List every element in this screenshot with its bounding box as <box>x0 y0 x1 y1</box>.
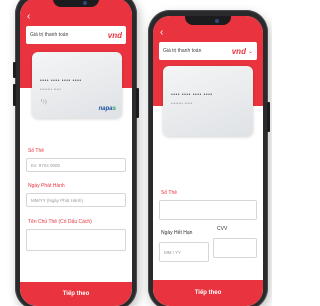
contactless-icon-graphic <box>40 98 47 105</box>
left-screen: ‹ Giá trị thanh toán vnd •••• •••• •••• … <box>20 0 132 306</box>
power-button <box>136 88 139 118</box>
notch <box>53 0 99 7</box>
card-number-mask: •••• •••• •••• •••• <box>40 78 82 84</box>
volume-button <box>13 84 16 106</box>
expiry-input[interactable]: MM / YY <box>159 242 209 262</box>
power-button <box>267 102 270 132</box>
card-number-label: Số Thẻ <box>28 148 45 154</box>
napas-logo-text: napa <box>98 106 113 112</box>
card-number-input[interactable]: Ex: 9704 0000 <box>26 158 126 172</box>
back-arrow-icon[interactable]: ‹ <box>160 28 163 38</box>
back-arrow-icon[interactable]: ‹ <box>27 12 30 22</box>
camera-icon <box>215 19 219 23</box>
cvv-input[interactable] <box>213 238 257 258</box>
card-number-mask: •••• •••• •••• •••• <box>171 92 213 98</box>
card-number-input[interactable] <box>159 200 257 220</box>
issue-date-label: Ngày Phát Hành <box>28 183 65 189</box>
card-holder-mask: •••••••• ••••• <box>40 87 62 91</box>
card-holder-label: Tên Chủ Thẻ (Có Dấu Cách) <box>28 219 92 225</box>
camera-icon <box>83 1 87 5</box>
napas-logo-mark: s <box>112 106 116 112</box>
expiry-label: Ngày Hết Hạn <box>161 230 193 236</box>
notch <box>185 16 231 25</box>
bank-card-preview: •••• •••• •••• •••• •••••••• ••••• napas <box>32 52 122 118</box>
currency-label: vnd <box>231 46 246 56</box>
mockup-stage: ‹ Giá trị thanh toán vnd •••• •••• •••• … <box>0 0 272 306</box>
volume-button <box>13 62 16 78</box>
next-button[interactable]: Tiếp theo <box>153 280 263 306</box>
amount-selector[interactable]: Giá trị thanh toán vnd <box>26 26 126 44</box>
napas-logo: napas <box>99 106 116 112</box>
card-holder-input[interactable] <box>26 229 126 251</box>
amount-label: Giá trị thanh toán <box>30 32 69 38</box>
right-phone: ‹ Giá trị thanh toán vnd ⌄ •••• •••• •••… <box>148 10 270 306</box>
left-phone: ‹ Giá trị thanh toán vnd •••• •••• •••• … <box>13 0 139 306</box>
card-holder-mask: •••••••• ••••• <box>171 101 193 105</box>
right-screen: ‹ Giá trị thanh toán vnd ⌄ •••• •••• •••… <box>153 16 263 306</box>
amount-selector[interactable]: Giá trị thanh toán vnd ⌄ <box>159 42 257 60</box>
amount-label: Giá trị thanh toán <box>163 48 202 54</box>
card-number-label: Số Thẻ <box>161 190 178 196</box>
cvv-label: CVV <box>217 226 228 232</box>
chevron-down-icon: ⌄ <box>247 48 253 55</box>
bank-card-preview: •••• •••• •••• •••• •••••••• ••••• <box>163 66 253 136</box>
contactless-icon <box>40 98 50 107</box>
issue-date-input[interactable]: MM/YY (Ngày Phát Hành) <box>26 193 126 207</box>
currency-label: vnd <box>107 30 122 40</box>
next-button[interactable]: Tiếp theo <box>20 282 132 306</box>
